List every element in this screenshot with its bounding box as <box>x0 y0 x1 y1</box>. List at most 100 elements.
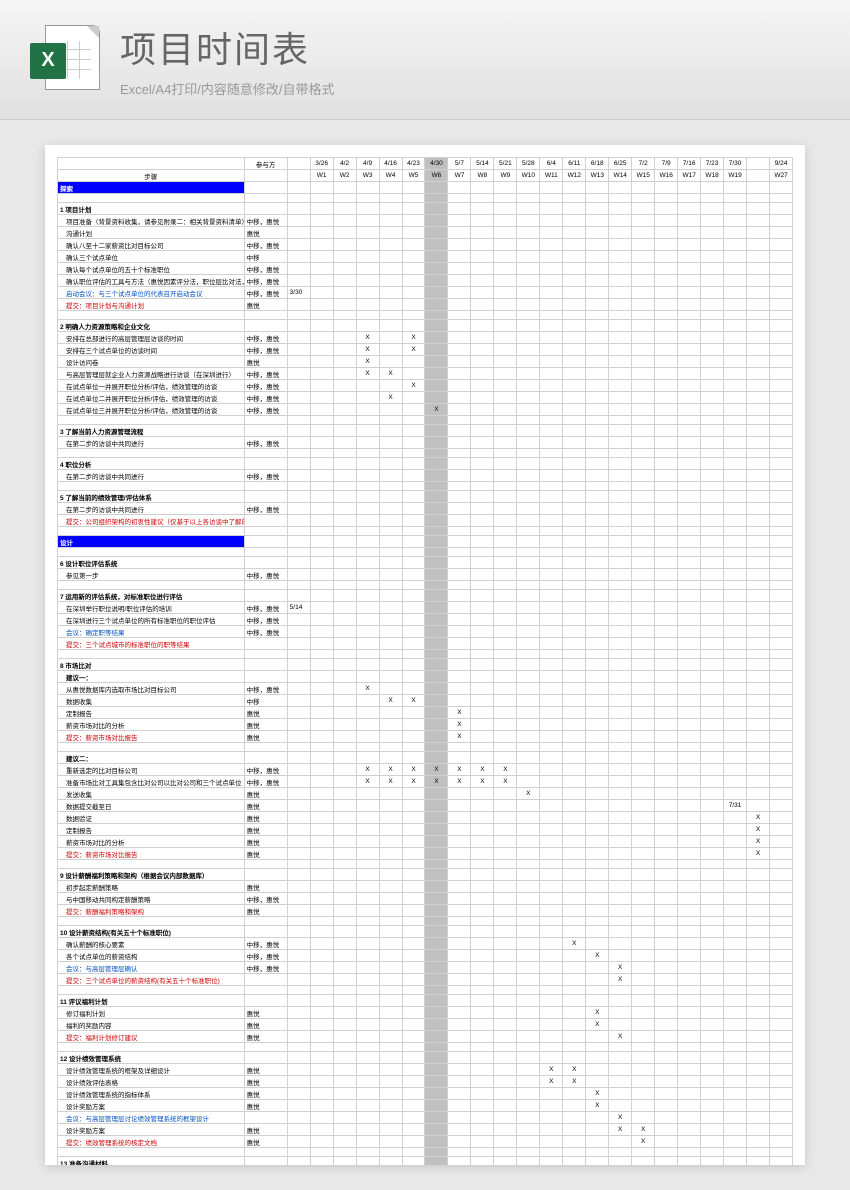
table-row: 在第二步的访谈中共同进行中移，惠悦 <box>58 503 793 515</box>
week-cell <box>747 671 770 683</box>
week-cell <box>540 1100 563 1112</box>
week-cell <box>770 788 793 800</box>
week-cell <box>402 227 425 239</box>
week-cell <box>747 380 770 392</box>
week-cell <box>402 962 425 974</box>
table-row: 与中国移动共同构定薪酬策略中移，惠悦 <box>58 893 793 905</box>
week-cell <box>356 275 379 287</box>
week-cell <box>632 614 655 626</box>
week-cell <box>448 251 471 263</box>
week-cell <box>310 263 333 275</box>
week-cell <box>471 299 494 311</box>
week-cell <box>425 1076 448 1088</box>
week-cell <box>333 752 356 764</box>
week-cell <box>632 503 655 515</box>
week-cell <box>609 1100 632 1112</box>
week-cell: X <box>448 776 471 788</box>
week-cell <box>563 848 586 860</box>
week-cell <box>770 671 793 683</box>
task-label: 确认每个试点单位的五十个标准职位 <box>58 263 245 275</box>
week-cell <box>425 227 448 239</box>
week-cell <box>310 752 333 764</box>
week-cell <box>425 638 448 650</box>
week-cell <box>701 251 724 263</box>
week-cell <box>310 638 333 650</box>
week-cell <box>448 368 471 380</box>
week-cell <box>586 515 609 527</box>
week-cell <box>747 515 770 527</box>
week-cell <box>563 788 586 800</box>
date-cell <box>287 227 310 239</box>
week-cell <box>356 962 379 974</box>
week-header: W4 <box>379 170 402 182</box>
week-cell <box>724 683 747 695</box>
table-row: 2 明确人力资源策略和企业文化 <box>58 320 793 332</box>
week-cell <box>747 683 770 695</box>
week-cell <box>747 227 770 239</box>
week-cell <box>678 1136 701 1148</box>
week-cell <box>586 1076 609 1088</box>
week-cell <box>333 1064 356 1076</box>
week-cell <box>655 404 678 416</box>
week-cell <box>471 287 494 299</box>
week-cell <box>678 275 701 287</box>
week-cell <box>379 569 402 581</box>
week-cell <box>770 950 793 962</box>
week-cell <box>517 752 540 764</box>
date-cell <box>287 1100 310 1112</box>
week-cell <box>609 776 632 788</box>
week-cell <box>333 215 356 227</box>
week-cell <box>655 1019 678 1031</box>
week-cell <box>494 1064 517 1076</box>
table-row: 会议：确定职等结果中移，惠悦 <box>58 626 793 638</box>
week-cell <box>379 719 402 731</box>
week-cell <box>701 848 724 860</box>
week-cell <box>678 392 701 404</box>
week-cell <box>494 470 517 482</box>
week-cell <box>494 515 517 527</box>
party-cell: 惠悦 <box>244 1136 287 1148</box>
party-cell: 中移，惠悦 <box>244 950 287 962</box>
week-cell <box>356 893 379 905</box>
week-cell <box>494 752 517 764</box>
task-label: 修订福利计划 <box>58 1007 245 1019</box>
week-cell <box>563 824 586 836</box>
week-cell <box>402 1124 425 1136</box>
task-label: 定制报告 <box>58 707 245 719</box>
week-cell <box>517 1136 540 1148</box>
week-cell <box>724 764 747 776</box>
week-cell <box>678 764 701 776</box>
week-cell <box>655 380 678 392</box>
week-cell <box>356 1100 379 1112</box>
week-cell <box>724 470 747 482</box>
week-cell: X <box>540 1064 563 1076</box>
week-cell <box>402 437 425 449</box>
week-cell <box>586 881 609 893</box>
week-cell <box>448 1019 471 1031</box>
week-cell <box>609 881 632 893</box>
week-cell <box>379 1007 402 1019</box>
week-cell <box>747 719 770 731</box>
week-cell <box>333 905 356 917</box>
week-cell <box>655 731 678 743</box>
week-cell <box>310 776 333 788</box>
week-cell <box>448 893 471 905</box>
week-cell <box>609 800 632 812</box>
week-cell <box>517 671 540 683</box>
table-row: 定制报告惠悦X <box>58 824 793 836</box>
week-cell <box>701 776 724 788</box>
section-heading: 7 运用新的评估系统，对标准职位进行评估 <box>58 590 245 602</box>
week-cell <box>747 332 770 344</box>
week-cell <box>724 1112 747 1124</box>
week-cell <box>655 800 678 812</box>
week-cell <box>379 215 402 227</box>
table-row <box>58 548 793 557</box>
party-cell: 中移，惠悦 <box>244 263 287 275</box>
week-cell <box>310 569 333 581</box>
week-cell <box>494 1019 517 1031</box>
week-cell <box>310 719 333 731</box>
party-cell: 中移，惠悦 <box>244 380 287 392</box>
week-cell <box>563 1136 586 1148</box>
week-cell <box>747 974 770 986</box>
week-cell <box>747 764 770 776</box>
